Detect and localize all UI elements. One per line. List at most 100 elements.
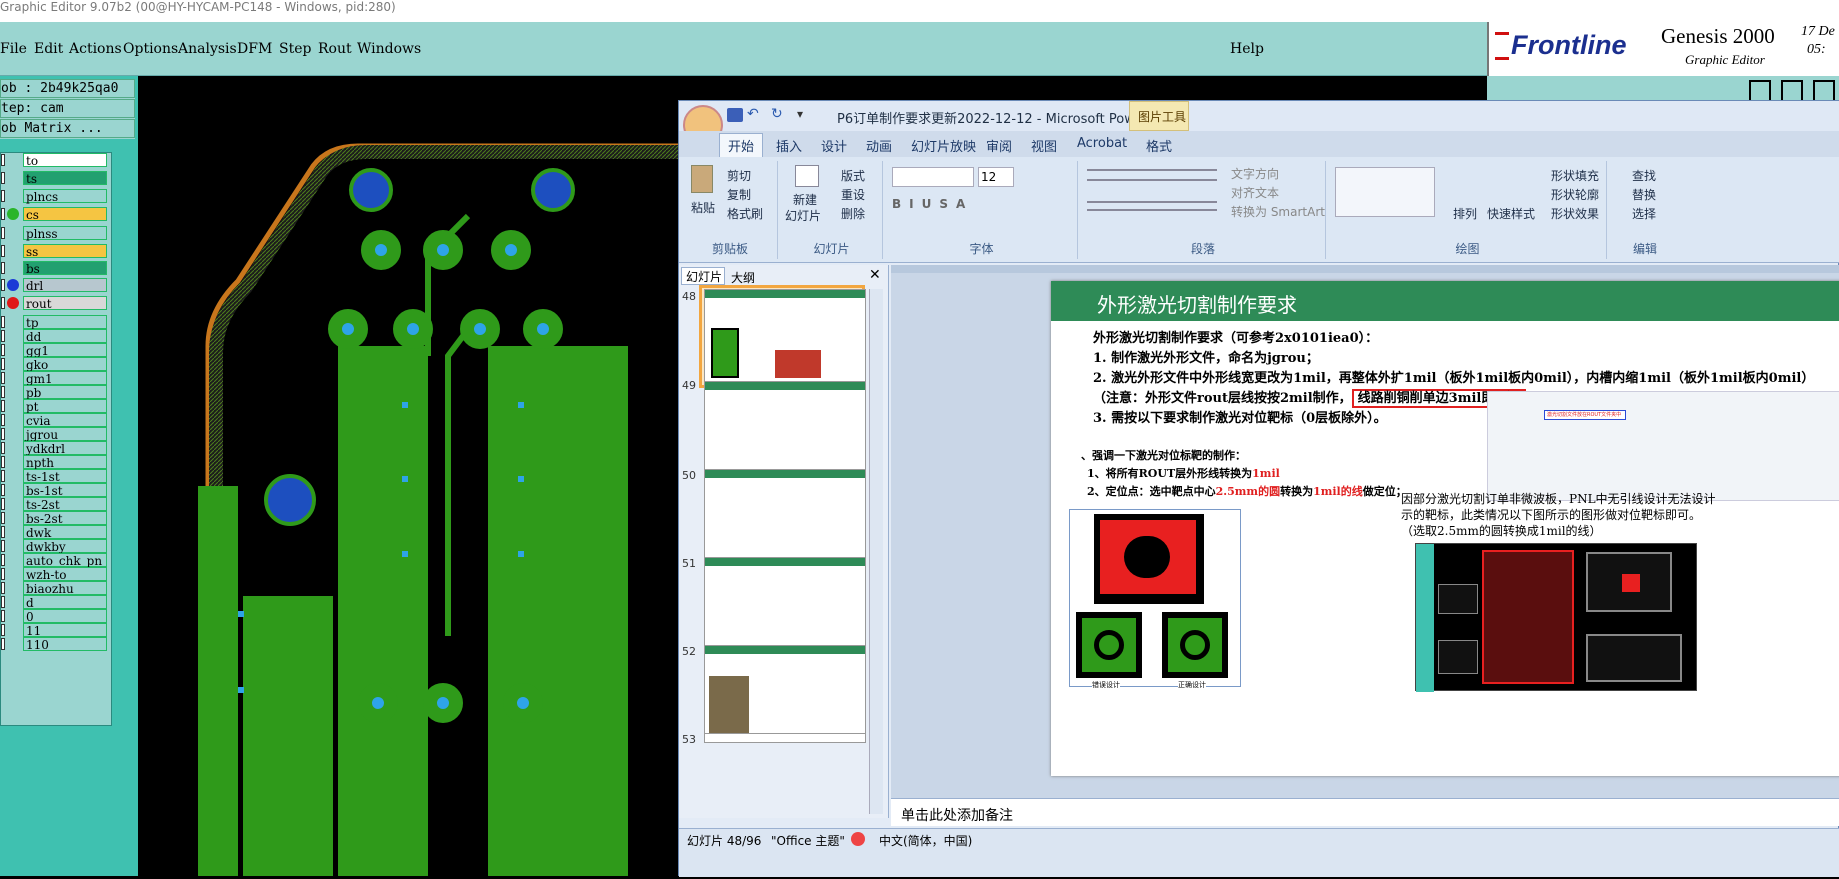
layer-checkbox[interactable] — [1, 154, 5, 166]
tab-format[interactable]: 格式 — [1146, 136, 1172, 155]
layer-row[interactable]: dwk — [1, 525, 111, 540]
format-painter-button[interactable]: 格式刷 — [727, 205, 763, 222]
layer-checkbox[interactable] — [1, 297, 5, 309]
layer-row[interactable]: to — [1, 153, 111, 168]
slide-thumbnail[interactable] — [704, 557, 866, 652]
reset-button[interactable]: 重设 — [841, 186, 865, 203]
slide-thumbnail[interactable] — [704, 469, 866, 564]
menu-edit[interactable]: Edit — [34, 41, 63, 57]
slide-thumbnail[interactable] — [704, 289, 866, 384]
align-icons[interactable] — [1087, 201, 1217, 211]
tab-outline[interactable]: 大纲 — [731, 269, 755, 286]
pane-scrollbar[interactable] — [869, 289, 883, 814]
layer-row[interactable]: bs-1st — [1, 483, 111, 498]
layer-checkbox[interactable] — [1, 400, 5, 412]
layer-checkbox[interactable] — [1, 554, 5, 566]
shapes-gallery[interactable] — [1335, 167, 1435, 217]
save-icon[interactable] — [727, 108, 743, 122]
delete-button[interactable]: 删除 — [841, 205, 865, 222]
layer-row[interactable]: cs — [1, 207, 111, 222]
tab-slides[interactable]: 幻灯片 — [681, 267, 725, 285]
menu-dfm[interactable]: DFM — [237, 41, 272, 57]
cut-button[interactable]: 剪切 — [727, 167, 751, 184]
layer-row[interactable]: drl — [1, 278, 111, 293]
layer-checkbox[interactable] — [1, 624, 5, 636]
font-format-icons[interactable]: BIUSA — [892, 197, 973, 211]
layer-row[interactable]: biaozhu — [1, 581, 111, 596]
layer-row[interactable]: gm1 — [1, 371, 111, 386]
undo-icon[interactable]: ↶ — [747, 106, 759, 122]
layer-row[interactable]: auto_chk_pn — [1, 553, 111, 568]
layer-row[interactable]: rout — [1, 296, 111, 311]
close-pane-icon[interactable]: ✕ — [869, 267, 881, 283]
layer-checkbox[interactable] — [1, 540, 5, 552]
layer-row[interactable]: wzh-to — [1, 567, 111, 582]
layer-checkbox[interactable] — [1, 372, 5, 384]
layer-row[interactable]: cvia — [1, 413, 111, 428]
layer-row[interactable]: d — [1, 595, 111, 610]
menu-windows[interactable]: Windows — [357, 41, 421, 57]
menu-rout[interactable]: Rout — [318, 41, 352, 57]
layer-row[interactable]: npth — [1, 455, 111, 470]
current-slide[interactable]: 外形激光切割制作要求 外形激光切割制作要求（可参考2x0101iea0）： 1.… — [1051, 281, 1839, 776]
smartart-button[interactable]: 转换为 SmartArt — [1231, 203, 1325, 220]
layer-checkbox[interactable] — [1, 386, 5, 398]
paste-icon[interactable] — [691, 165, 713, 193]
replace-button[interactable]: 替换 — [1632, 186, 1656, 203]
quick-styles-button[interactable]: 快速样式 — [1487, 205, 1535, 222]
find-button[interactable]: 查找 — [1632, 167, 1656, 184]
layer-checkbox[interactable] — [1, 208, 5, 220]
layer-row[interactable]: bs-2st — [1, 511, 111, 526]
shape-outline-button[interactable]: 形状轮廓 — [1551, 186, 1599, 203]
layer-checkbox[interactable] — [1, 568, 5, 580]
layer-checkbox[interactable] — [1, 316, 5, 328]
spellcheck-icon[interactable] — [851, 832, 865, 846]
layer-checkbox[interactable] — [1, 498, 5, 510]
home-icon[interactable] — [1749, 80, 1771, 102]
layer-row[interactable]: dd — [1, 329, 111, 344]
layer-checkbox[interactable] — [1, 358, 5, 370]
layer-checkbox[interactable] — [1, 428, 5, 440]
layer-checkbox[interactable] — [1, 344, 5, 356]
select-button[interactable]: 选择 — [1632, 205, 1656, 222]
layer-row[interactable]: 110 — [1, 637, 111, 652]
tab-home[interactable]: 开始 — [728, 136, 754, 155]
tab-insert[interactable]: 插入 — [776, 136, 802, 155]
menu-step[interactable]: Step — [279, 41, 311, 57]
layout-button[interactable]: 版式 — [841, 167, 865, 184]
font-size-input[interactable]: 12 — [978, 167, 1014, 187]
layer-checkbox[interactable] — [1, 470, 5, 482]
layer-row[interactable]: jgrou — [1, 427, 111, 442]
layer-row[interactable]: ydkdrl — [1, 441, 111, 456]
layer-checkbox[interactable] — [1, 279, 5, 291]
align-text-button[interactable]: 对齐文本 — [1231, 184, 1279, 201]
slide-thumbnail[interactable] — [704, 733, 866, 743]
tab-acrobat[interactable]: Acrobat — [1077, 136, 1127, 151]
redo-icon[interactable]: ↻ — [771, 106, 783, 122]
layer-checkbox[interactable] — [1, 526, 5, 538]
layer-checkbox[interactable] — [1, 596, 5, 608]
layer-row[interactable]: dwkby — [1, 539, 111, 554]
layer-checkbox[interactable] — [1, 610, 5, 622]
layer-checkbox[interactable] — [1, 262, 5, 274]
notes-pane[interactable]: 单击此处添加备注 — [891, 798, 1839, 826]
menu-actions[interactable]: Actions — [69, 41, 122, 57]
layer-row[interactable]: tp — [1, 315, 111, 330]
arrange-button[interactable]: 排列 — [1453, 205, 1477, 222]
layer-checkbox[interactable] — [1, 172, 5, 184]
shape-fill-button[interactable]: 形状填充 — [1551, 167, 1599, 184]
layer-row[interactable]: bs — [1, 261, 111, 276]
tab-animations[interactable]: 动画 — [866, 136, 892, 155]
layer-checkbox[interactable] — [1, 638, 5, 650]
window-icon[interactable] — [1781, 80, 1803, 102]
new-slide-icon[interactable] — [795, 165, 819, 187]
layer-checkbox[interactable] — [1, 442, 5, 454]
layer-row[interactable]: 11 — [1, 623, 111, 638]
slide-thumbnail[interactable] — [704, 381, 866, 476]
layer-row[interactable]: 0 — [1, 609, 111, 624]
new-slide-button[interactable]: 新建 — [793, 191, 817, 208]
menu-file[interactable]: File — [0, 41, 27, 57]
text-direction-button[interactable]: 文字方向 — [1231, 165, 1279, 182]
new-slide-button-2[interactable]: 幻灯片 — [785, 207, 821, 224]
layer-checkbox[interactable] — [1, 484, 5, 496]
